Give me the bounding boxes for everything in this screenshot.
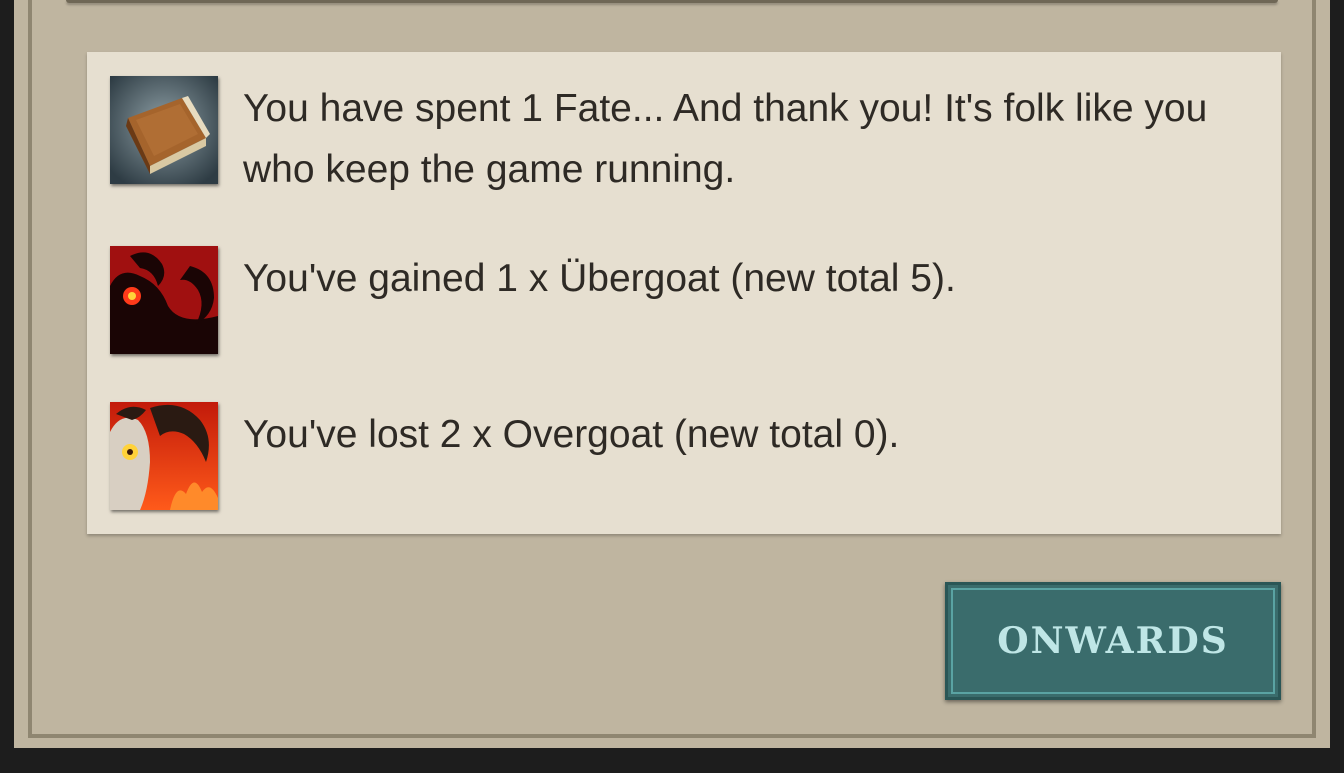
onwards-button-label: ONWARDS [997, 620, 1229, 662]
onwards-button[interactable]: ONWARDS [945, 582, 1281, 700]
message-text: You've lost 2 x Overgoat (new total 0). [243, 413, 900, 456]
message-text: You have spent 1 Fate... And thank you! … [243, 87, 1208, 191]
top-divider [66, 0, 1278, 3]
ubergoat-icon [110, 246, 218, 354]
messages-card: You have spent 1 Fate... And thank you! … [87, 52, 1281, 534]
book-icon [110, 76, 218, 184]
overgoat-icon [110, 402, 218, 510]
onwards-button-inner: ONWARDS [951, 588, 1275, 694]
message-text: You've gained 1 x Übergoat (new total 5)… [243, 257, 956, 300]
